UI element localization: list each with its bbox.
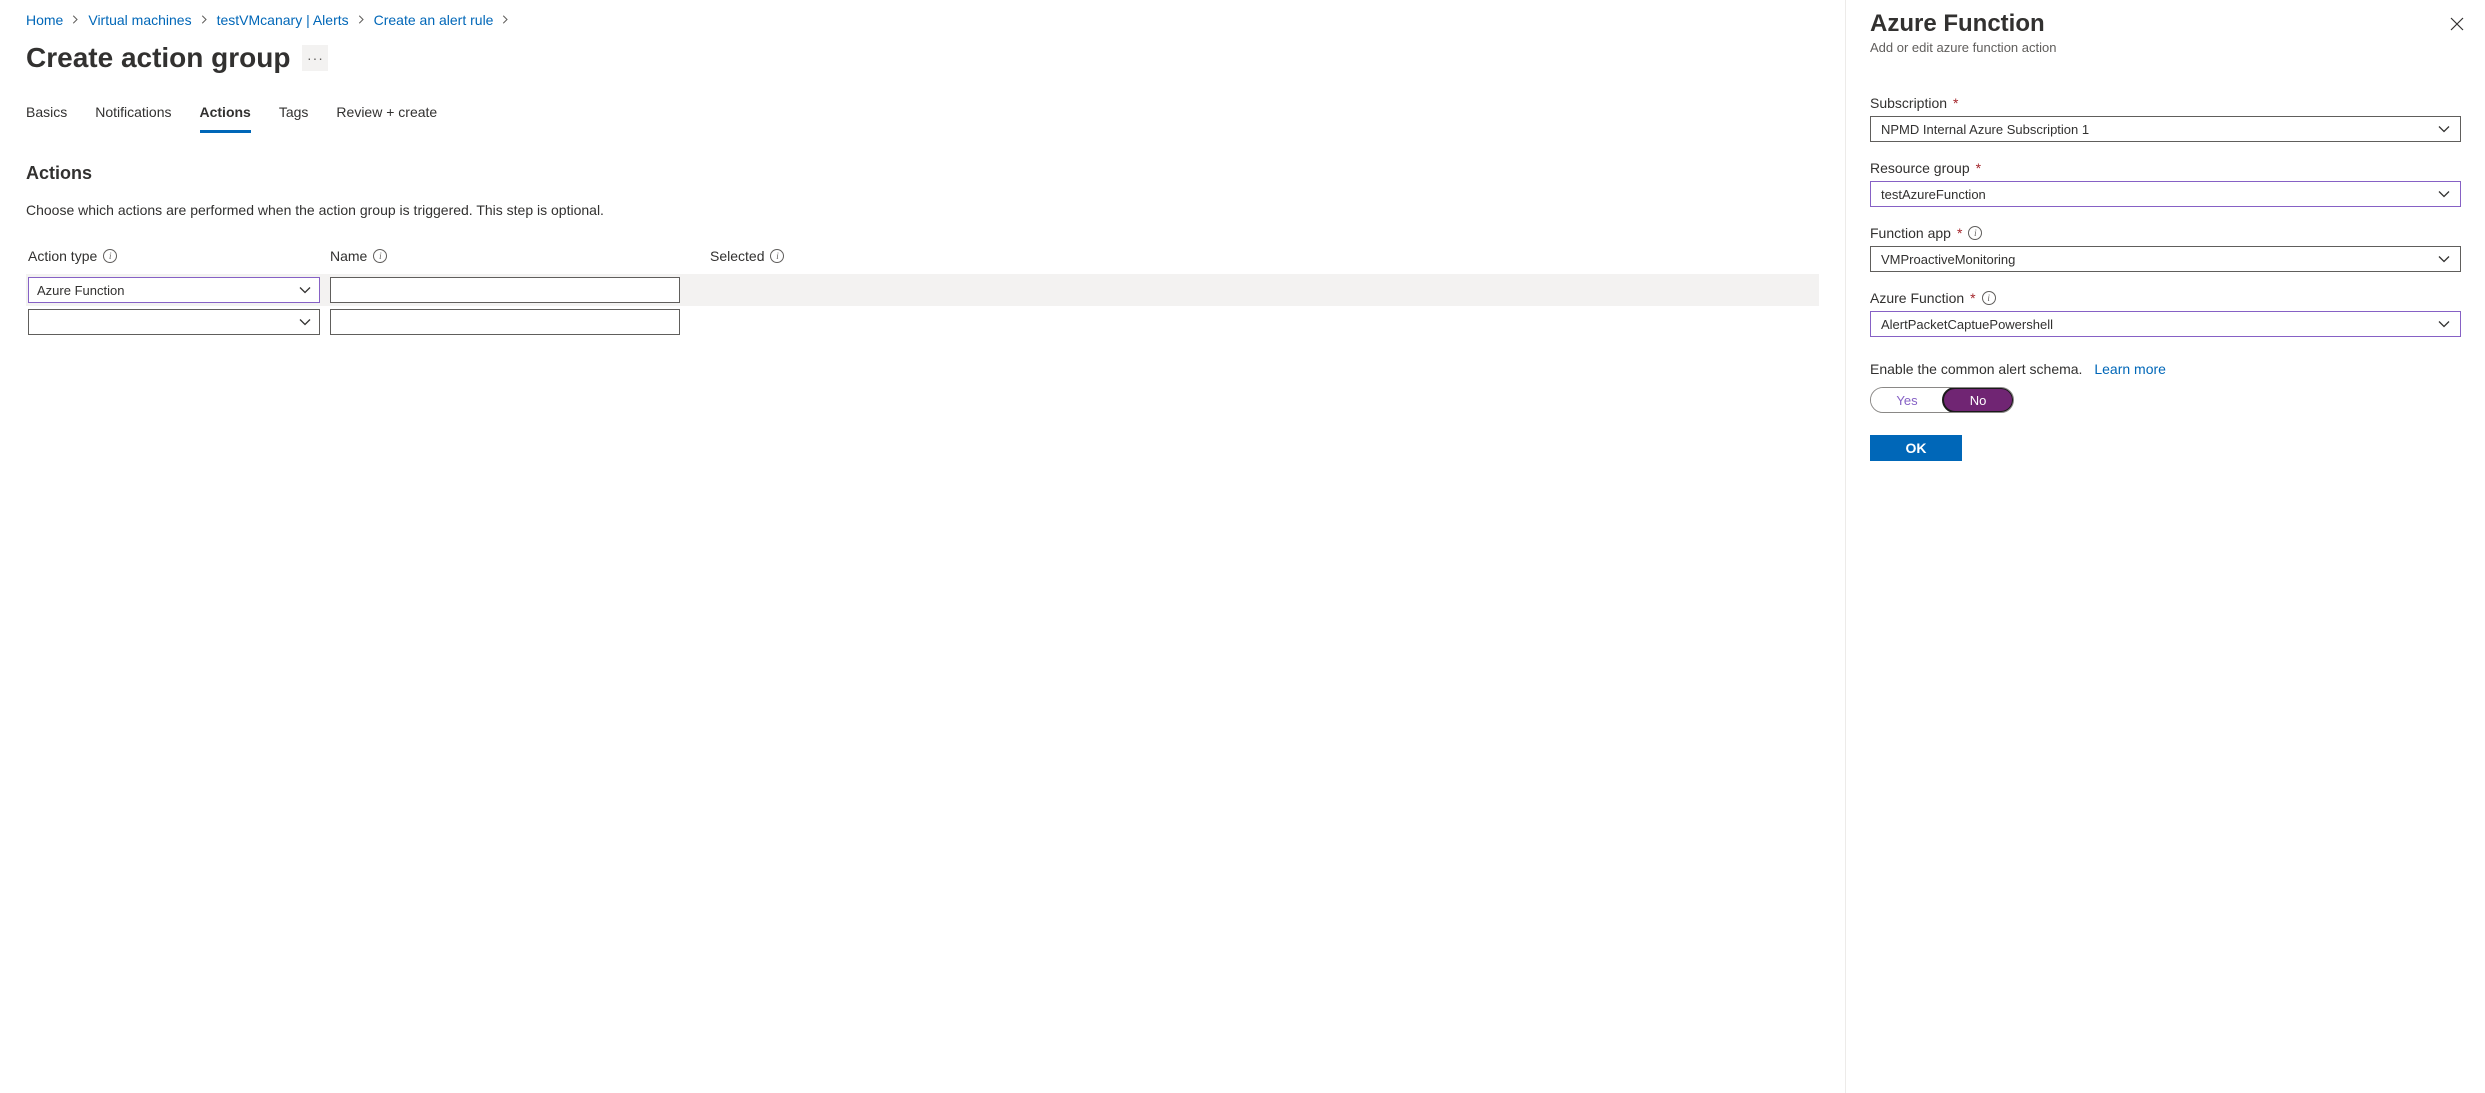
action-type-select[interactable]: Azure Function xyxy=(28,277,320,303)
tabs: Basics Notifications Actions Tags Review… xyxy=(26,104,1819,133)
page-title: Create action group xyxy=(26,42,290,74)
chevron-down-icon xyxy=(299,284,311,296)
action-name-input[interactable] xyxy=(330,277,680,303)
azure-function-value: AlertPacketCaptuePowershell xyxy=(1881,317,2053,332)
breadcrumb-item[interactable]: testVMcanary | Alerts xyxy=(217,12,349,28)
azure-function-label: Azure Function xyxy=(1870,290,1964,306)
info-icon[interactable]: i xyxy=(1982,291,1996,305)
resource-group-select[interactable]: testAzureFunction xyxy=(1870,181,2461,207)
close-icon xyxy=(2450,17,2464,31)
tab-tags[interactable]: Tags xyxy=(279,104,309,133)
resource-group-value: testAzureFunction xyxy=(1881,187,1986,202)
chevron-down-icon xyxy=(2438,318,2450,330)
section-description: Choose which actions are performed when … xyxy=(26,202,1819,218)
info-icon[interactable]: i xyxy=(373,249,387,263)
info-icon[interactable]: i xyxy=(103,249,117,263)
breadcrumb-item[interactable]: Create an alert rule xyxy=(374,12,494,28)
required-indicator: * xyxy=(1953,95,1958,111)
breadcrumb: Home Virtual machines testVMcanary | Ale… xyxy=(26,12,1819,28)
chevron-right-icon xyxy=(357,13,366,27)
tab-actions[interactable]: Actions xyxy=(200,104,251,133)
title-row: Create action group ··· xyxy=(26,42,1819,74)
subscription-select[interactable]: NPMD Internal Azure Subscription 1 xyxy=(1870,116,2461,142)
ok-button[interactable]: OK xyxy=(1870,435,1962,461)
chevron-down-icon xyxy=(2438,123,2450,135)
chevron-down-icon xyxy=(2438,253,2450,265)
table-row: Azure Function xyxy=(26,274,1819,306)
required-indicator: * xyxy=(1976,160,1981,176)
actions-table: Action type i Name i Selected i Azure Fu… xyxy=(26,248,1819,338)
toggle-yes[interactable]: Yes xyxy=(1871,388,1943,412)
more-button[interactable]: ··· xyxy=(302,45,328,71)
table-header: Action type i Name i Selected i xyxy=(26,248,1819,274)
learn-more-link[interactable]: Learn more xyxy=(2094,361,2166,377)
field-azure-function: Azure Function * i AlertPacketCaptuePowe… xyxy=(1870,290,2461,337)
panel-title: Azure Function xyxy=(1870,10,2461,38)
main-content: Home Virtual machines testVMcanary | Ale… xyxy=(0,0,1845,1093)
breadcrumb-item[interactable]: Home xyxy=(26,12,63,28)
action-type-select[interactable] xyxy=(28,309,320,335)
tab-basics[interactable]: Basics xyxy=(26,104,67,133)
chevron-right-icon xyxy=(501,13,510,27)
chevron-right-icon xyxy=(200,13,209,27)
side-panel: Azure Function Add or edit azure functio… xyxy=(1845,0,2485,1093)
function-app-value: VMProactiveMonitoring xyxy=(1881,252,2015,267)
azure-function-select[interactable]: AlertPacketCaptuePowershell xyxy=(1870,311,2461,337)
field-function-app: Function app * i VMProactiveMonitoring xyxy=(1870,225,2461,272)
panel-subtitle: Add or edit azure function action xyxy=(1870,40,2461,55)
info-icon[interactable]: i xyxy=(770,249,784,263)
required-indicator: * xyxy=(1970,290,1975,306)
chevron-right-icon xyxy=(71,13,80,27)
function-app-label: Function app xyxy=(1870,225,1951,241)
action-type-value: Azure Function xyxy=(37,283,124,298)
col-header-selected: Selected xyxy=(710,248,764,264)
toggle-no[interactable]: No xyxy=(1942,387,2014,413)
tab-notifications[interactable]: Notifications xyxy=(95,104,171,133)
required-indicator: * xyxy=(1957,225,1962,241)
col-header-type: Action type xyxy=(28,248,97,264)
action-name-input[interactable] xyxy=(330,309,680,335)
subscription-value: NPMD Internal Azure Subscription 1 xyxy=(1881,122,2089,137)
section-title: Actions xyxy=(26,163,1819,184)
close-button[interactable] xyxy=(2447,14,2467,34)
function-app-select[interactable]: VMProactiveMonitoring xyxy=(1870,246,2461,272)
field-subscription: Subscription * NPMD Internal Azure Subsc… xyxy=(1870,95,2461,142)
resource-group-label: Resource group xyxy=(1870,160,1970,176)
subscription-label: Subscription xyxy=(1870,95,1947,111)
breadcrumb-item[interactable]: Virtual machines xyxy=(88,12,191,28)
chevron-down-icon xyxy=(299,316,311,328)
schema-text: Enable the common alert schema. xyxy=(1870,361,2082,377)
info-icon[interactable]: i xyxy=(1968,226,1982,240)
chevron-down-icon xyxy=(2438,188,2450,200)
schema-text-row: Enable the common alert schema. Learn mo… xyxy=(1870,361,2461,377)
tab-review-create[interactable]: Review + create xyxy=(336,104,437,133)
field-resource-group: Resource group * testAzureFunction xyxy=(1870,160,2461,207)
col-header-name: Name xyxy=(330,248,367,264)
table-row xyxy=(26,306,1819,338)
schema-toggle[interactable]: Yes No xyxy=(1870,387,2014,413)
